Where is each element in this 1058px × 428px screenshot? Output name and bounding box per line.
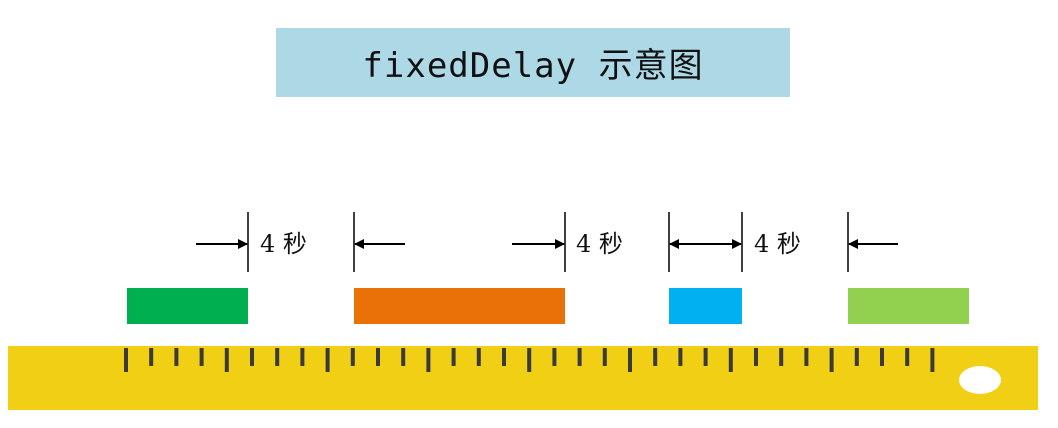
task-bar-2 xyxy=(354,288,565,324)
gap-marker-1: 4 秒 xyxy=(196,212,405,272)
timeline-svg: 4 秒 4 秒 4 秒 xyxy=(8,212,1038,410)
gap-1-label: 4 秒 xyxy=(260,230,307,258)
gap-2-label: 4 秒 xyxy=(576,230,623,258)
ruler xyxy=(8,346,1038,410)
task-bar-4 xyxy=(848,288,969,324)
gap-3-label: 4 秒 xyxy=(754,230,801,258)
fixed-delay-diagram: fixedDelay 示意图 4 秒 4 秒 4 秒 xyxy=(0,0,1058,428)
task-bar-1 xyxy=(127,288,248,324)
ruler-hole xyxy=(959,366,1001,394)
task-bar-3 xyxy=(669,288,742,324)
gap-marker-2: 4 秒 xyxy=(512,212,708,272)
gap-marker-3: 4 秒 xyxy=(706,212,898,272)
